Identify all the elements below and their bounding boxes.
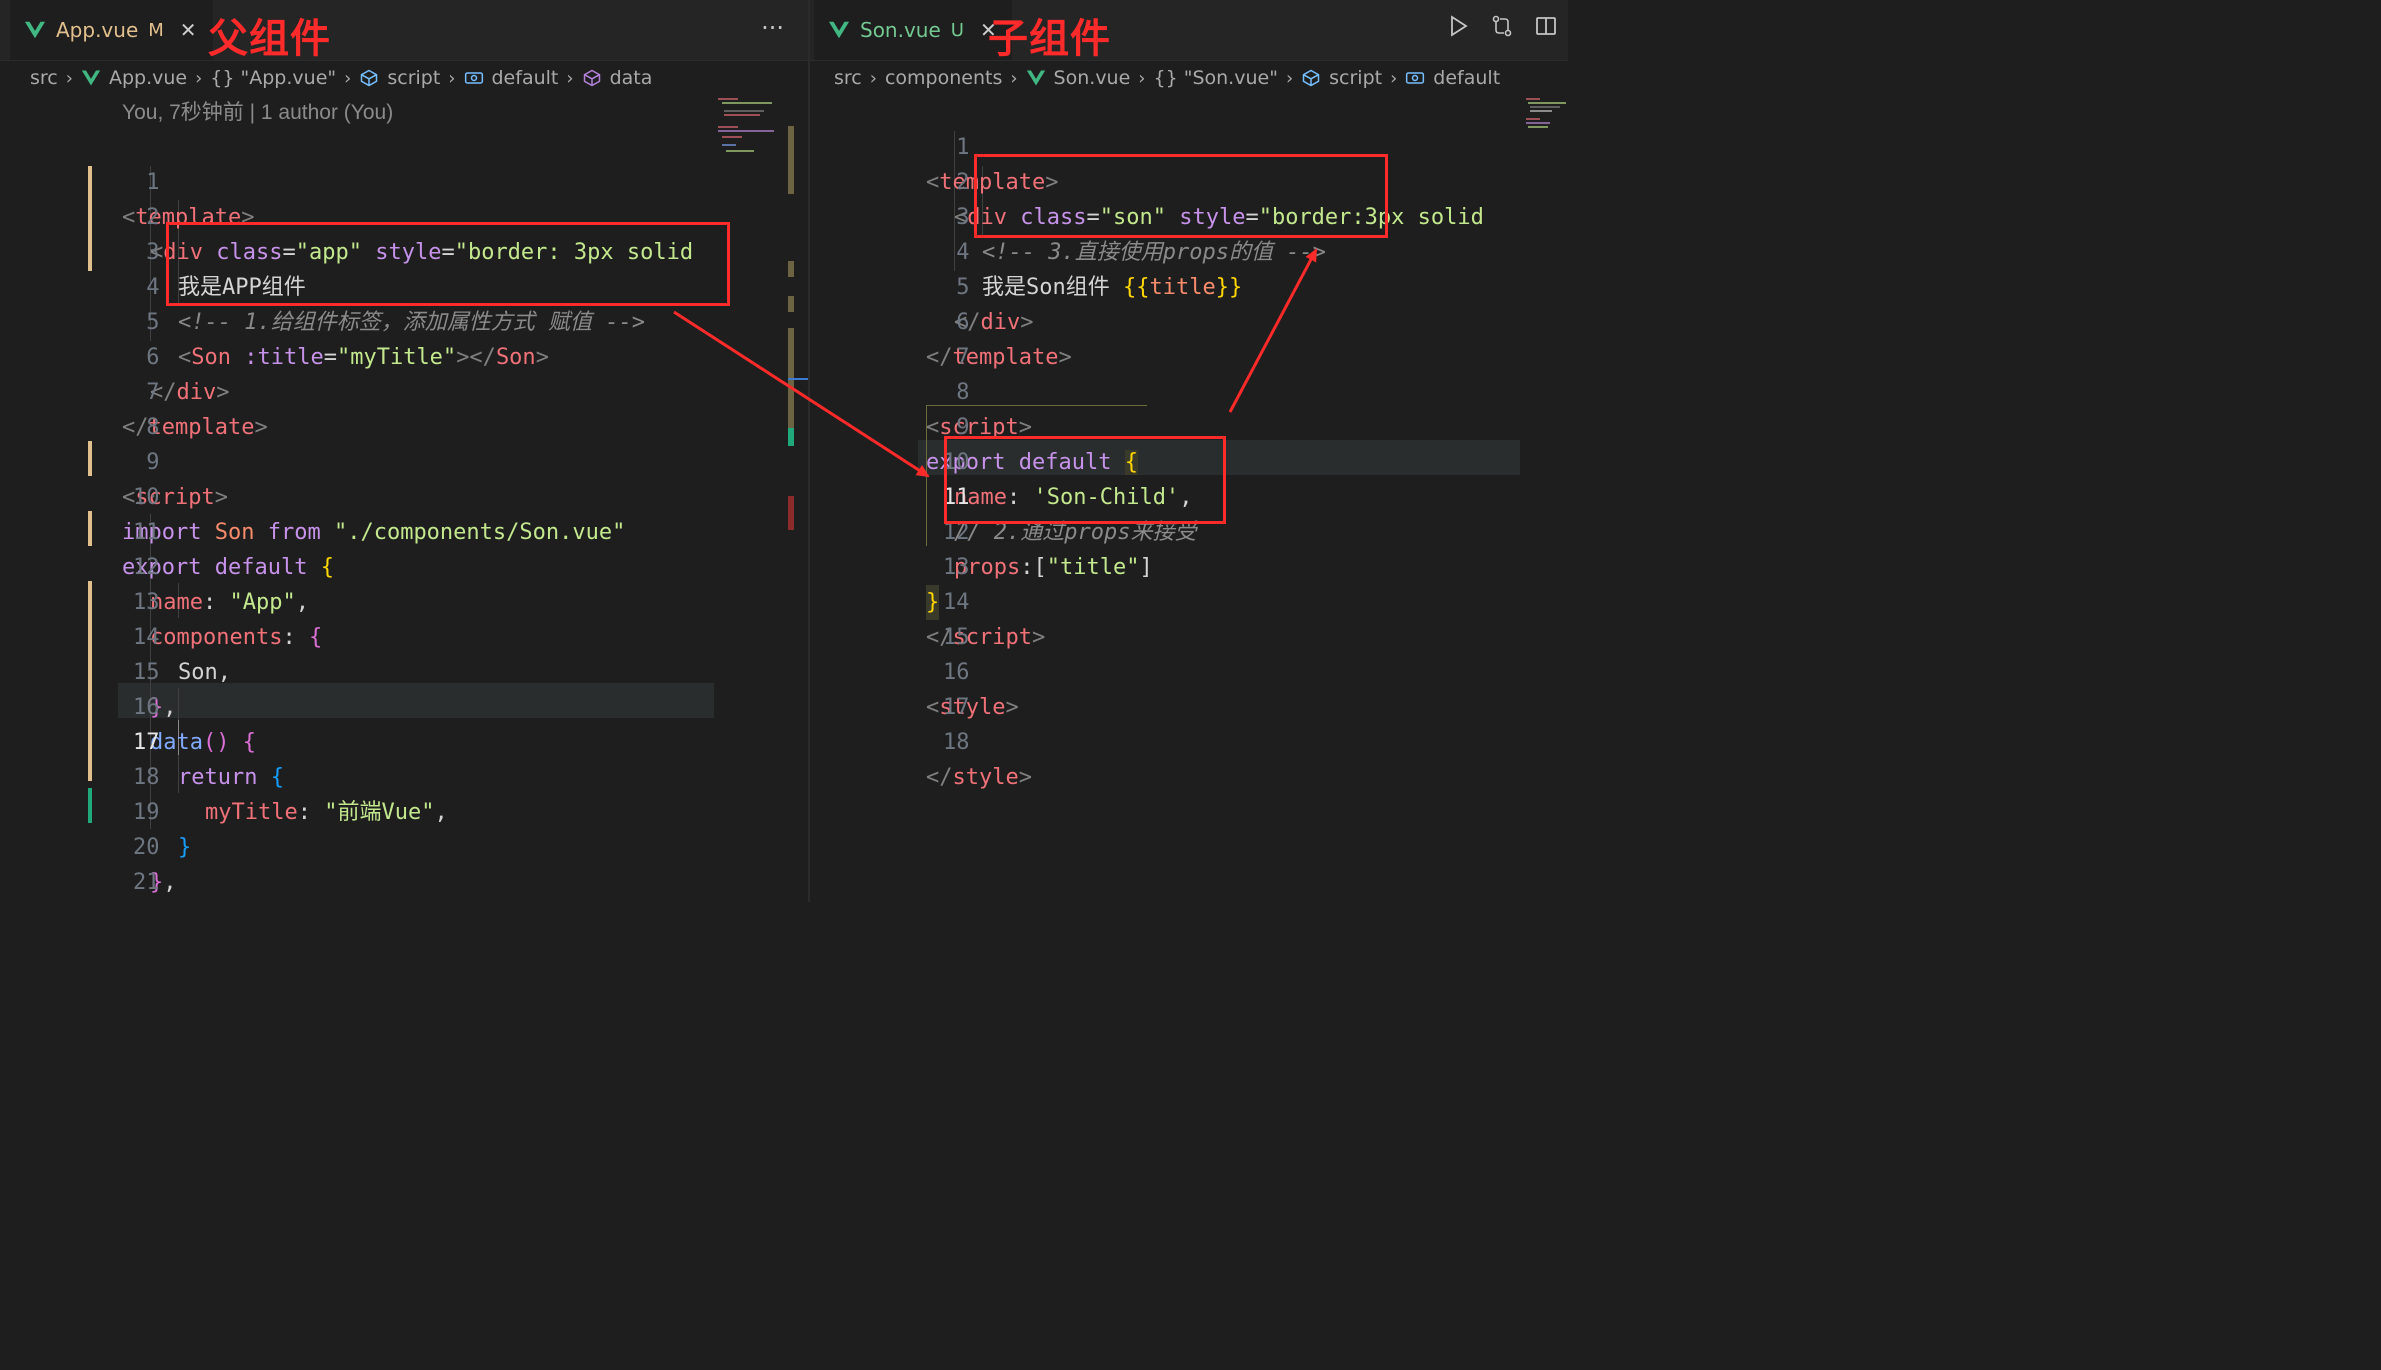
tab-label: Son.vue: [860, 18, 941, 42]
breadcrumb-src[interactable]: src: [834, 67, 862, 89]
code-line: 9 export default {: [810, 375, 1568, 475]
chevron-right-icon: ›: [566, 67, 574, 89]
tab-untracked-badge: U: [950, 19, 964, 41]
editor-actions: [1446, 14, 1558, 38]
vue-icon: [24, 21, 46, 39]
more-actions-icon[interactable]: ···: [761, 14, 784, 42]
code-line: 11 export default {: [0, 480, 808, 580]
code-editor[interactable]: 1 <template> 2 <div class="son" style="b…: [810, 96, 1568, 902]
chevron-right-icon: ›: [1285, 67, 1294, 89]
code-line: 13 components: {: [0, 550, 808, 650]
symbol-variable-icon: [1406, 72, 1425, 84]
breadcrumb: src › App.vue › {} "App.vue" › script › …: [0, 60, 808, 96]
tab-son-vue[interactable]: Son.vue U ✕: [814, 0, 1012, 60]
breadcrumb-script[interactable]: script: [387, 67, 440, 89]
vue-icon: [1026, 70, 1045, 86]
chevron-right-icon: ›: [344, 67, 352, 89]
code-line: 18 myTitle: "前端Vue",: [0, 725, 808, 825]
tab-modified-badge: M: [148, 19, 164, 41]
code-line: 12 name: "App",: [0, 515, 808, 615]
code-line: 9 <script>: [0, 410, 808, 510]
code-line: 10 import Son from "./components/Son.vue…: [0, 445, 808, 545]
breadcrumb-data[interactable]: data: [610, 67, 653, 89]
vue-icon: [828, 21, 850, 39]
code-line: 20 },: [0, 795, 808, 895]
code-line: 16 data() {: [0, 655, 808, 755]
left-tab-bar: App.vue M ✕ 父组件 ···: [0, 0, 808, 62]
breadcrumb-module[interactable]: {} "Son.vue": [1154, 67, 1278, 89]
scrollbar-marker: [788, 496, 794, 530]
annotation-box-receive-props: [944, 436, 1226, 524]
chevron-right-icon: ›: [1390, 67, 1398, 89]
code-line: 22 </script>: [0, 865, 808, 900]
scrollbar-marker: [788, 126, 794, 194]
code-line: 8 <script>: [810, 340, 1568, 440]
symbol-method-icon: [583, 69, 600, 87]
breadcrumb-components[interactable]: components: [885, 67, 1002, 89]
tab-label: App.vue: [56, 18, 139, 42]
code-line: 17: [810, 655, 1568, 720]
code-line: 21 }: [0, 830, 808, 895]
left-editor-pane: App.vue M ✕ 父组件 ··· src › App.vue › {} "…: [0, 0, 808, 902]
breadcrumb-file[interactable]: App.vue: [109, 67, 187, 89]
code-line: 5 </div>: [810, 235, 1568, 335]
annotation-box-parent: [166, 222, 730, 306]
run-icon[interactable]: [1446, 14, 1470, 38]
child-component-annotation: 子组件: [988, 16, 1111, 62]
code-line: 7: [810, 305, 1568, 370]
line-number: 18: [942, 730, 970, 755]
code-line: 1 <template>: [0, 130, 808, 230]
chevron-right-icon: ›: [65, 67, 73, 89]
annotation-box-use-props: [974, 154, 1388, 238]
compare-changes-icon[interactable]: [1490, 14, 1514, 38]
code-line: 6 </div>: [0, 305, 808, 405]
code-editor[interactable]: You, 7秒钟前 | 1 author (You) 1 <template> …: [0, 96, 808, 902]
breadcrumb-module[interactable]: {} "App.vue": [210, 67, 336, 89]
scrollbar-marker: [788, 261, 794, 277]
chevron-right-icon: ›: [448, 67, 456, 89]
scrollbar-cursor: [788, 378, 808, 380]
code-line: 6 </template>: [810, 270, 1568, 370]
minimap[interactable]: [718, 96, 788, 166]
code-line: 15 },: [0, 620, 808, 720]
tab-app-vue[interactable]: App.vue M ✕: [10, 0, 213, 60]
code-line: 19 }: [0, 760, 808, 860]
right-editor-pane: Son.vue U ✕ 子组件 src › components › Son.v…: [810, 0, 1568, 902]
breadcrumb-script[interactable]: script: [1329, 67, 1382, 89]
close-icon[interactable]: ✕: [180, 18, 197, 42]
scrollbar-marker: [788, 428, 794, 446]
split-editor-icon[interactable]: [1534, 14, 1558, 38]
code-line: 16 <style>: [810, 620, 1568, 720]
breadcrumb: src › components › Son.vue › {} "Son.vue…: [810, 60, 1568, 96]
code-line: 14 Son,: [0, 585, 808, 685]
scrollbar-marker: [788, 296, 794, 312]
symbol-variable-icon: [464, 72, 483, 84]
right-tab-bar: Son.vue U ✕ 子组件: [810, 0, 1568, 62]
minimap[interactable]: [1526, 96, 1568, 136]
symbol-cube-icon: [1302, 69, 1320, 87]
vue-icon: [81, 70, 101, 86]
code-line: 1 <template>: [810, 95, 1568, 195]
code-line-active: 17 return {: [0, 690, 808, 790]
git-blame-annotation[interactable]: You, 7秒钟前 | 1 author (You): [122, 96, 393, 130]
code-line: 14 </script>: [810, 550, 1568, 650]
code-line: 8: [0, 375, 808, 440]
symbol-cube-icon: [361, 69, 378, 87]
code-line: 7 </template>: [0, 340, 808, 440]
chevron-right-icon: ›: [1010, 67, 1018, 89]
code-line: 18 </style>: [810, 690, 1568, 790]
breadcrumb-default[interactable]: default: [492, 67, 559, 89]
chevron-right-icon: ›: [869, 67, 877, 89]
breadcrumb-file[interactable]: Son.vue: [1054, 67, 1131, 89]
code-line: 2 <div class="app" style="border: 3px so…: [0, 165, 808, 265]
line-number: 22: [79, 900, 159, 902]
code-line: 15: [810, 585, 1568, 650]
breadcrumb-default[interactable]: default: [1433, 67, 1500, 89]
parent-component-annotation: 父组件: [208, 16, 331, 62]
chevron-right-icon: ›: [195, 67, 203, 89]
chevron-right-icon: ›: [1138, 67, 1146, 89]
breadcrumb-src[interactable]: src: [30, 67, 58, 89]
